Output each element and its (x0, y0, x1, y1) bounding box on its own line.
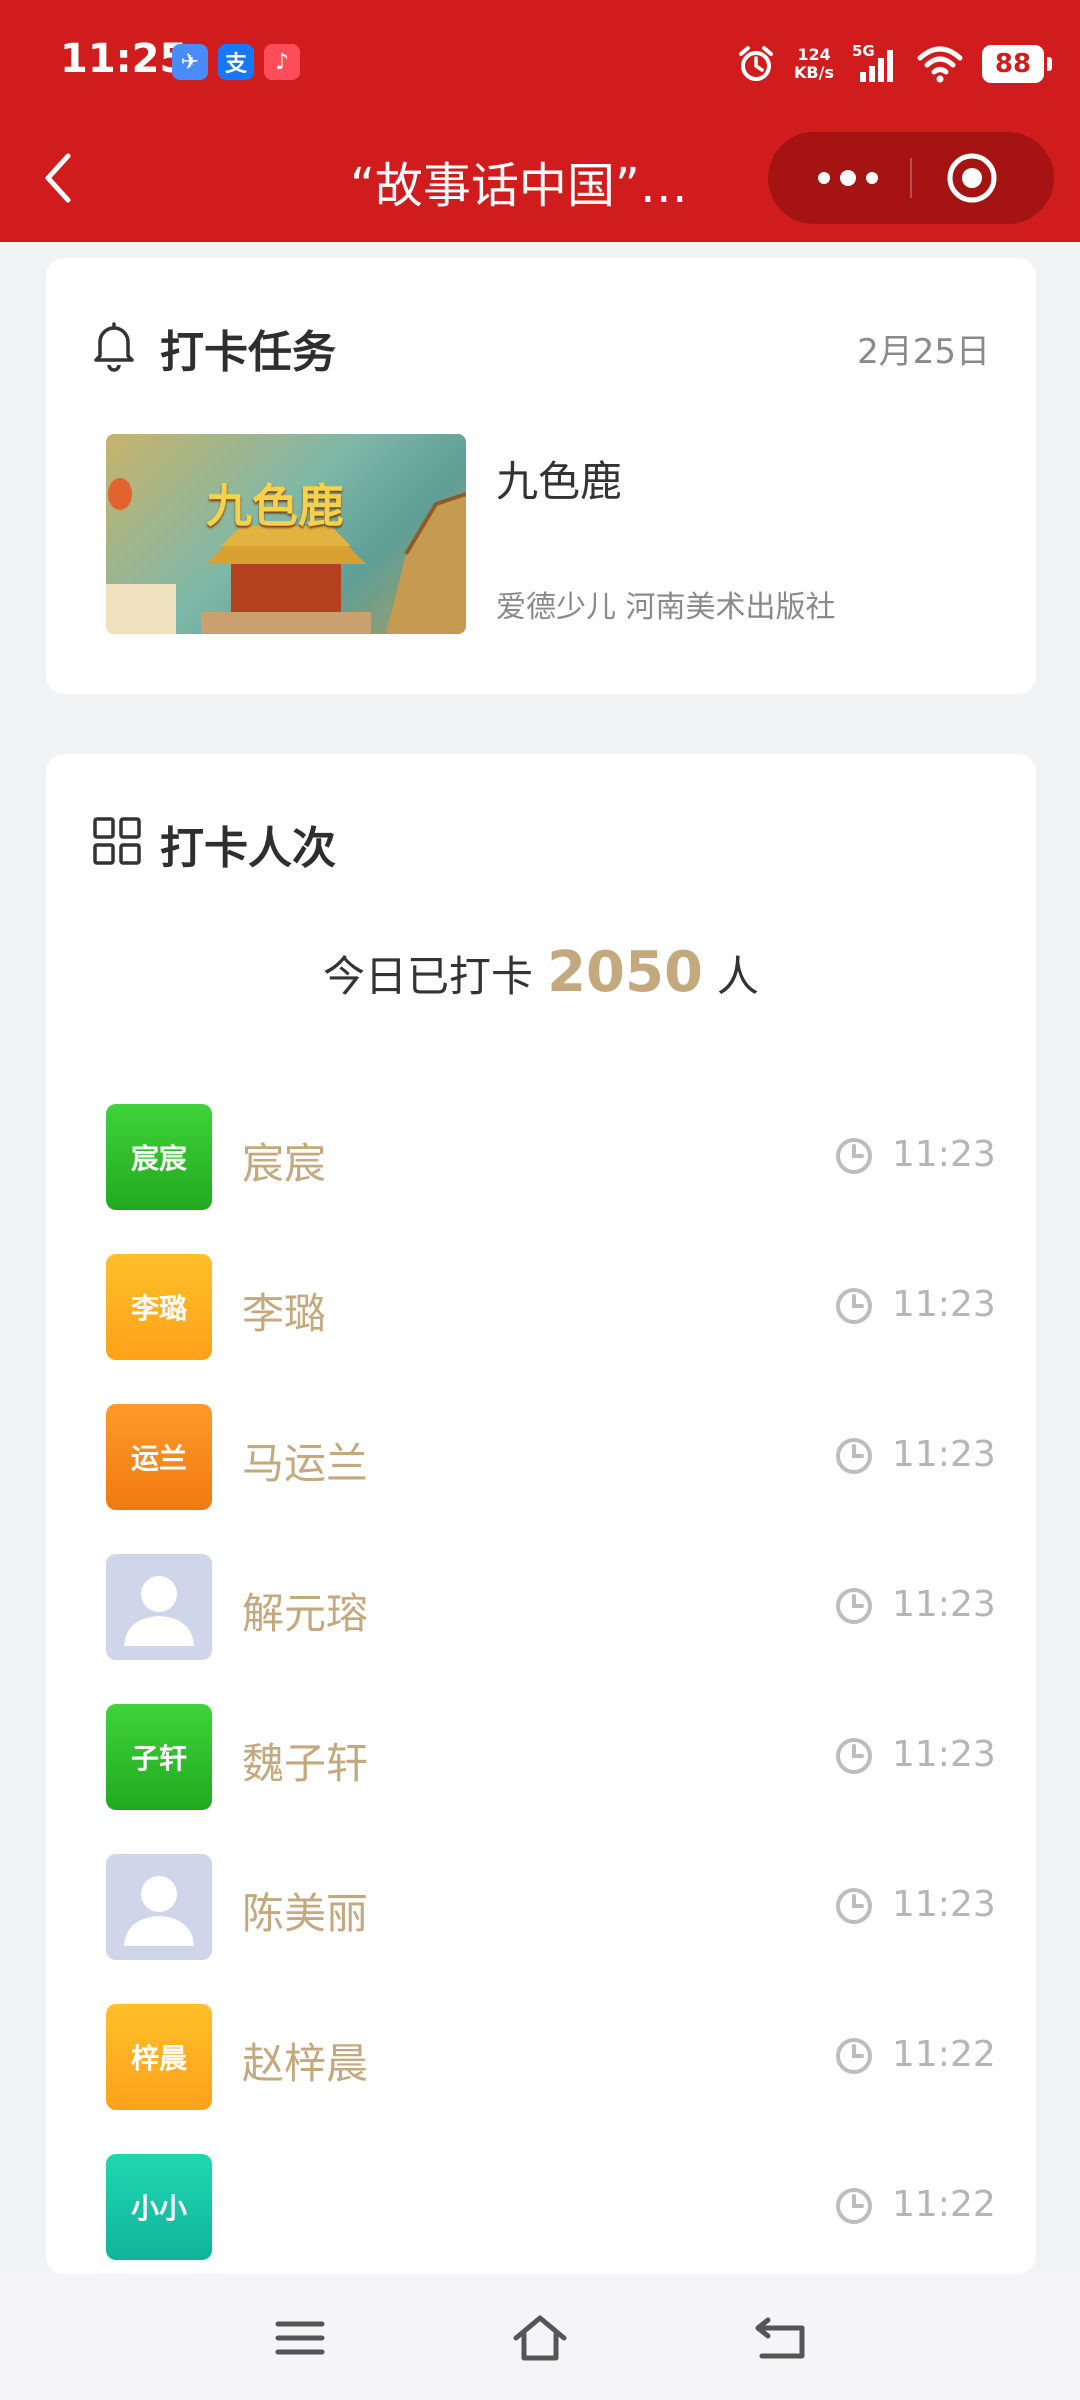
person-silhouette-icon (124, 1876, 194, 1946)
today-suffix: 人 (716, 952, 759, 1001)
avatar[interactable]: 宸宸 (106, 1104, 212, 1210)
checkin-time: 11:22 (892, 2184, 996, 2225)
book-publisher: 爱德少儿 河南美术出版社 (496, 590, 836, 625)
clock-icon (836, 1438, 872, 1474)
battery-indicator: 88 (982, 45, 1052, 83)
book-name[interactable]: 九色鹿 (496, 448, 622, 509)
checkin-time: 11:23 (892, 1734, 996, 1775)
wifi-icon (917, 46, 963, 83)
bell-icon (94, 322, 134, 372)
book-cover[interactable]: 九色鹿 (106, 434, 466, 634)
checkin-card-title: 打卡人次 (160, 823, 336, 874)
user-name: 宸宸 (242, 1139, 327, 1188)
task-date: 2月25日 (857, 332, 990, 372)
page-title: “故事话中国”… (350, 158, 688, 214)
clock-icon (836, 1888, 872, 1924)
user-name: 陈美丽 (242, 1889, 369, 1938)
checkin-row[interactable]: 陈美丽 11:23 (46, 1834, 1036, 1984)
checkin-row[interactable]: 小小 11:22 (46, 2134, 1036, 2284)
user-name: 魏子轩 (242, 1739, 369, 1788)
back-icon[interactable] (752, 2312, 812, 2364)
user-name: 马运兰 (242, 1439, 369, 1488)
network-speed: 124 KB/s (794, 46, 834, 82)
status-time: 11:25 (60, 36, 188, 82)
user-name: 赵梓晨 (242, 2039, 369, 2088)
notification-app-icon: ✈ (172, 44, 208, 80)
home-icon[interactable] (510, 2312, 570, 2364)
miniprogram-capsule (768, 132, 1054, 224)
checkin-time: 11:23 (892, 1284, 996, 1325)
checkin-time: 11:23 (892, 1434, 996, 1475)
user-name: 解元瑢 (242, 1589, 369, 1638)
alarm-icon (739, 46, 774, 81)
default-avatar[interactable] (106, 1554, 212, 1660)
signal-5g: 5G (852, 42, 898, 84)
status-bar: 11:25 ✈ 支 ♪ 124 KB/s 5G 88 (0, 0, 1080, 128)
checkin-row[interactable]: 运兰 马运兰 11:23 (46, 1384, 1036, 1534)
checkin-task-card: 打卡任务 2月25日 九色鹿 九色鹿 爱德少儿 河南美术出版社 (46, 258, 1036, 694)
checkin-time: 11:22 (892, 2034, 996, 2075)
status-right: 124 KB/s 5G 88 (736, 36, 1052, 92)
alipay-icon: 支 (218, 44, 254, 80)
back-arrow-icon[interactable] (36, 148, 80, 208)
user-name: 李璐 (242, 1289, 327, 1338)
checkin-row[interactable]: 解元瑢 11:23 (46, 1534, 1036, 1684)
default-avatar[interactable] (106, 1854, 212, 1960)
music-app-icon: ♪ (264, 44, 300, 80)
avatar[interactable]: 小小 (106, 2154, 212, 2260)
grid-icon (93, 817, 141, 865)
today-checkin-summary: 今日已打卡 2050 人 (46, 940, 1036, 1005)
clock-icon (836, 1588, 872, 1624)
checkin-time: 11:23 (892, 1584, 996, 1625)
checkin-list: 宸宸 宸宸 11:23 李璐 李璐 11:23 运兰 马运兰 11:23 解元瑢 (46, 1084, 1036, 2284)
checkin-count-card: 打卡人次 今日已打卡 2050 人 宸宸 宸宸 11:23 李璐 李璐 11:23 … (46, 754, 1036, 2274)
capsule-divider (910, 158, 912, 198)
avatar[interactable]: 梓晨 (106, 2004, 212, 2110)
network-speed-unit: KB/s (794, 63, 834, 82)
checkin-time: 11:23 (892, 1134, 996, 1175)
checkin-row[interactable]: 李璐 李璐 11:23 (46, 1234, 1036, 1384)
today-prefix: 今日已打卡 (323, 952, 534, 1001)
clock-icon (836, 1138, 872, 1174)
checkin-row[interactable]: 子轩 魏子轩 11:23 (46, 1684, 1036, 1834)
network-speed-value: 124 (797, 45, 831, 64)
system-navigation-bar (0, 2274, 1080, 2400)
network-type: 5G (852, 42, 875, 60)
menu-icon[interactable] (270, 2312, 330, 2364)
checkin-row[interactable]: 梓晨 赵梓晨 11:22 (46, 1984, 1036, 2134)
app-header: 11:25 ✈ 支 ♪ 124 KB/s 5G 88 “故事话中国”… (0, 0, 1080, 242)
clock-icon (836, 1288, 872, 1324)
today-count: 2050 (547, 940, 703, 1005)
task-card-title: 打卡任务 (160, 327, 336, 378)
clock-icon (836, 2038, 872, 2074)
avatar[interactable]: 子轩 (106, 1704, 212, 1810)
checkin-time: 11:23 (892, 1884, 996, 1925)
avatar[interactable]: 李璐 (106, 1254, 212, 1360)
close-miniprogram-icon[interactable] (946, 152, 998, 204)
clock-icon (836, 1738, 872, 1774)
checkin-row[interactable]: 宸宸 宸宸 11:23 (46, 1084, 1036, 1234)
clock-icon (836, 2188, 872, 2224)
person-silhouette-icon (124, 1576, 194, 1646)
more-dots-icon[interactable] (808, 158, 888, 198)
cover-title: 九色鹿 (206, 479, 344, 533)
avatar[interactable]: 运兰 (106, 1404, 212, 1510)
